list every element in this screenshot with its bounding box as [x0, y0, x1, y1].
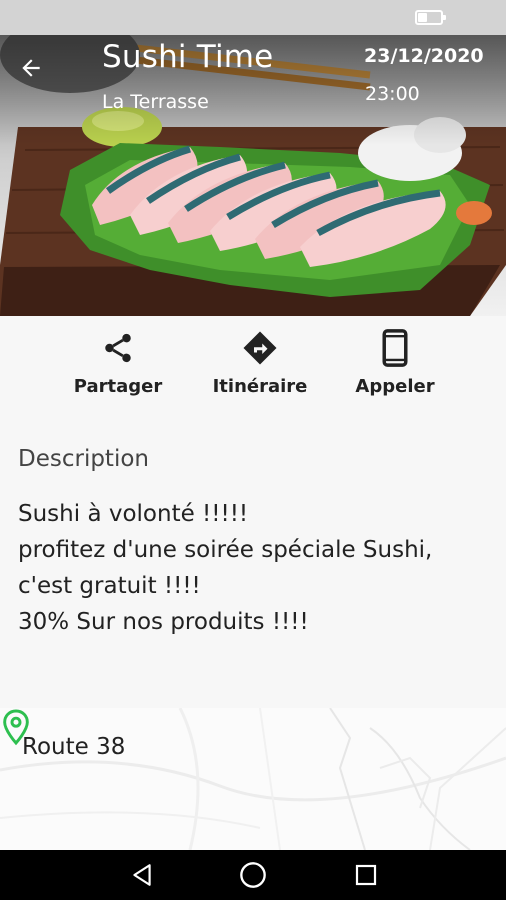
- address-text: Route 38: [22, 734, 126, 760]
- description-line: profitez d'une soirée spéciale Sushi,: [18, 537, 433, 563]
- nav-back-button[interactable]: [124, 857, 160, 893]
- event-date: 23/12/2020: [364, 45, 484, 67]
- status-bar: [0, 0, 506, 35]
- map-background: [0, 708, 506, 850]
- description-line: 30% Sur nos produits !!!!: [18, 609, 309, 635]
- description-line: Sushi à volonté !!!!!: [18, 501, 249, 527]
- share-label: Partager: [73, 376, 163, 397]
- call-label: Appeler: [355, 376, 435, 397]
- venue-name: La Terrasse: [102, 91, 209, 113]
- battery-icon: [415, 10, 446, 25]
- call-button[interactable]: Appeler: [350, 328, 440, 408]
- directions-button[interactable]: Itinéraire: [208, 328, 312, 408]
- map-pin-icon[interactable]: [0, 708, 32, 746]
- nav-recents-button[interactable]: [348, 857, 384, 893]
- phone-icon: [382, 329, 408, 367]
- event-title: Sushi Time: [102, 39, 274, 75]
- description-text: Sushi à volonté !!!!! profitez d'une soi…: [18, 496, 498, 640]
- event-time: 23:00: [365, 83, 420, 105]
- system-nav-bar: [0, 850, 506, 900]
- description-line: c'est gratuit !!!!: [18, 573, 201, 599]
- nav-home-icon: [240, 862, 266, 888]
- nav-home-button[interactable]: [235, 857, 271, 893]
- description-heading: Description: [18, 446, 149, 472]
- share-icon: [105, 333, 131, 363]
- directions-label: Itinéraire: [212, 376, 308, 397]
- location-map[interactable]: Route 38: [0, 708, 506, 850]
- action-bar: Partager Itinéraire Appeler: [0, 316, 506, 416]
- nav-recents-icon: [355, 864, 377, 886]
- back-button[interactable]: [18, 55, 58, 95]
- share-button[interactable]: Partager: [68, 328, 168, 408]
- arrow-left-icon: [22, 59, 40, 77]
- hero-banner: Sushi Time La Terrasse 23/12/2020 23:00: [0, 35, 506, 316]
- nav-back-icon: [133, 864, 151, 886]
- directions-icon: [243, 331, 277, 365]
